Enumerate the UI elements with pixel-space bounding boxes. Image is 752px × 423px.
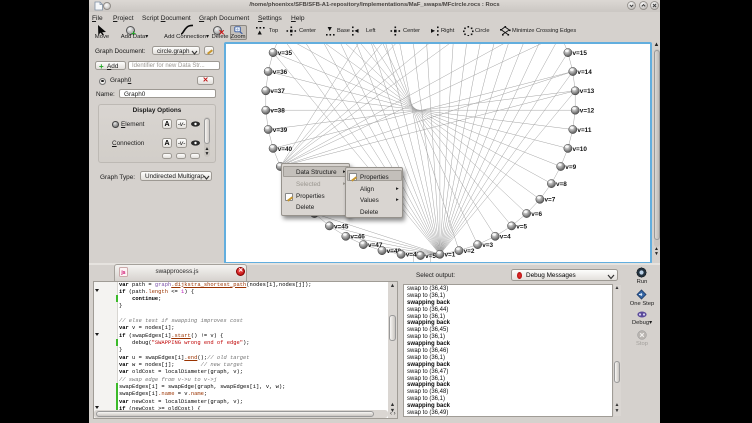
svg-text:v=4: v=4 (499, 233, 510, 240)
svg-text:v=36: v=36 (272, 68, 287, 75)
svg-text:v=40: v=40 (277, 145, 292, 152)
svg-text:v=12: v=12 (579, 107, 594, 114)
svg-text:v=6: v=6 (531, 210, 542, 217)
svg-text:v=45: v=45 (334, 223, 349, 230)
svg-text:v=8: v=8 (556, 181, 567, 188)
svg-text:v=39: v=39 (272, 126, 287, 133)
svg-text:v=2: v=2 (463, 248, 474, 255)
svg-text:v=9: v=9 (565, 163, 576, 170)
svg-text:v=1: v=1 (444, 251, 455, 258)
svg-text:v=10: v=10 (572, 145, 587, 152)
svg-text:v=38: v=38 (270, 107, 285, 114)
svg-text:v=46: v=46 (350, 233, 365, 240)
svg-text:v=37: v=37 (270, 88, 285, 95)
svg-text:v=3: v=3 (482, 242, 493, 249)
svg-text:v=35: v=35 (277, 50, 292, 57)
svg-text:v=13: v=13 (579, 88, 594, 95)
svg-text:v=11: v=11 (577, 126, 591, 133)
svg-text:v=7: v=7 (544, 196, 555, 203)
svg-text:v=15: v=15 (572, 50, 587, 57)
svg-text:v=14: v=14 (577, 68, 592, 75)
svg-text:v=5: v=5 (516, 223, 527, 230)
